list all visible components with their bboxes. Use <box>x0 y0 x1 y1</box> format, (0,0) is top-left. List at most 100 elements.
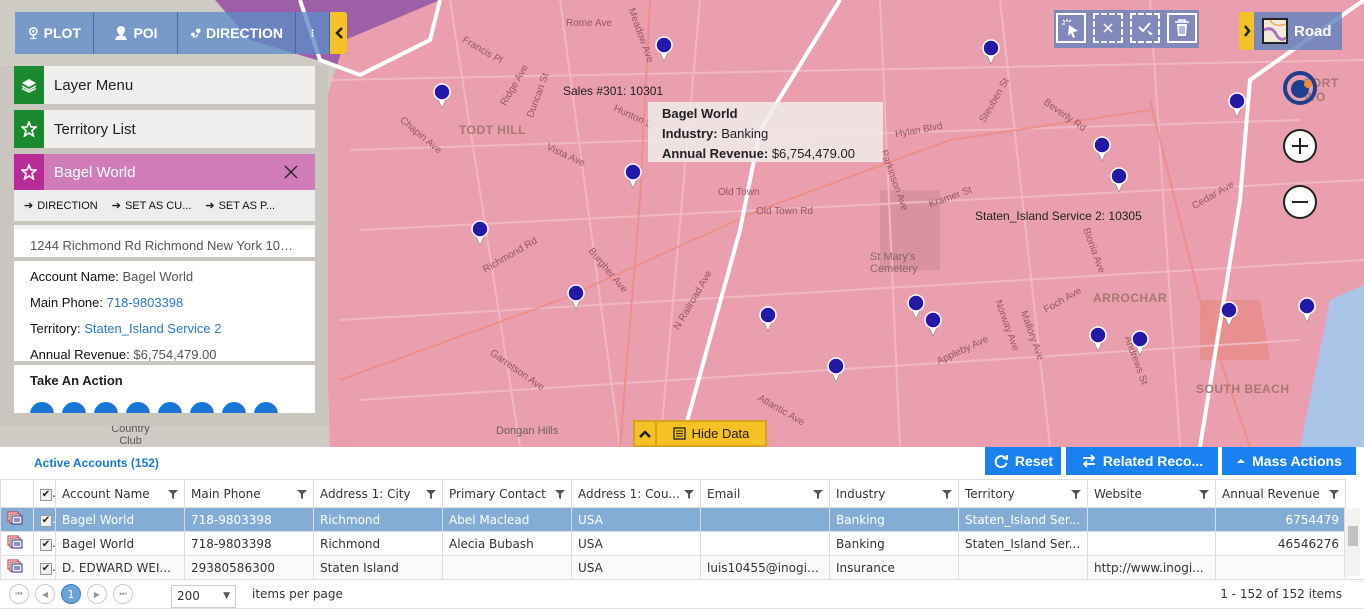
main-phone-link[interactable]: 718-9803398 <box>107 295 184 310</box>
territory-link[interactable]: Staten_Island Service 2 <box>84 321 221 336</box>
grid-vertical-scrollbar[interactable] <box>1344 508 1360 576</box>
more-options-button[interactable] <box>296 12 330 54</box>
direction-action[interactable]: ➔ DIRECTION <box>24 199 98 213</box>
set-as-current-action[interactable]: ➔ SET AS CU... <box>112 199 192 213</box>
confirm-selection-button[interactable] <box>1130 13 1160 43</box>
record-form-icon[interactable] <box>7 559 23 573</box>
map-pin-marker[interactable] <box>827 357 845 383</box>
select-tool-button[interactable] <box>1056 13 1086 43</box>
map-pin-marker[interactable] <box>924 311 942 337</box>
action-icon[interactable] <box>30 402 54 413</box>
filter-icon[interactable] <box>1329 489 1339 499</box>
map-pin-marker[interactable] <box>1220 301 1238 327</box>
filter-icon[interactable] <box>1071 489 1081 499</box>
table-row[interactable]: ✔ Bagel World 718-9803398 Richmond Abel Macl… <box>0 507 1346 532</box>
map-pin-marker[interactable] <box>655 36 673 62</box>
delete-button[interactable] <box>1167 13 1197 43</box>
row-select-cell: ✔ <box>33 531 56 556</box>
map-pin-marker[interactable] <box>1131 330 1149 356</box>
record-icon-cell[interactable] <box>0 531 34 556</box>
action-icon[interactable] <box>62 402 86 413</box>
filter-icon[interactable] <box>168 489 178 499</box>
close-icon[interactable] <box>281 162 301 182</box>
direction-button[interactable]: DIRECTION <box>178 12 296 54</box>
map-pin-marker[interactable] <box>1298 297 1316 323</box>
layers-icon <box>21 79 37 93</box>
column-header[interactable]: Website <box>1087 479 1216 508</box>
map-pin-marker[interactable] <box>1093 136 1111 162</box>
next-page-button[interactable]: ▶ <box>87 584 107 604</box>
record-form-icon[interactable] <box>7 511 23 525</box>
filter-icon[interactable] <box>555 489 565 499</box>
row-checkbox[interactable]: ✔ <box>40 562 52 575</box>
cursor-select-icon <box>1062 19 1078 38</box>
grid-header-row: ✔ Account Name Main Phone Address 1: City Pr… <box>0 479 1346 508</box>
action-icon[interactable] <box>158 402 182 413</box>
action-icon[interactable] <box>126 402 150 413</box>
select-all-checkbox[interactable]: ✔ <box>40 488 52 501</box>
filter-icon[interactable] <box>297 489 307 499</box>
filter-icon[interactable] <box>426 489 436 499</box>
mass-actions-button[interactable]: Mass Actions <box>1222 447 1356 475</box>
column-header[interactable]: Address 1: Cou... <box>571 479 701 508</box>
map-pin-marker[interactable] <box>759 306 777 332</box>
filter-icon[interactable] <box>1199 489 1209 499</box>
locate-me-icon[interactable] <box>1281 68 1321 108</box>
clear-selection-button[interactable] <box>1093 13 1123 43</box>
column-header[interactable]: Primary Contact <box>442 479 572 508</box>
row-checkbox[interactable]: ✔ <box>40 538 52 551</box>
column-header[interactable]: Annual Revenue <box>1215 479 1346 508</box>
page-size-select[interactable]: 200 ▼ <box>171 584 236 608</box>
map-pin-icon <box>29 27 38 40</box>
map-pin-marker[interactable] <box>567 284 585 310</box>
poi-button[interactable]: POI <box>94 12 178 54</box>
column-header[interactable]: Account Name <box>55 479 185 508</box>
map-pin-marker[interactable] <box>471 220 489 246</box>
table-row[interactable]: ✔ Bagel World 718-9803398 Richmond Alecia Bu… <box>0 531 1346 556</box>
filter-icon[interactable] <box>942 489 952 499</box>
selected-record-header[interactable]: Bagel World <box>14 154 315 190</box>
map-pin-marker[interactable] <box>982 39 1000 65</box>
related-records-button[interactable]: Related Reco... <box>1066 447 1218 475</box>
map-pin-marker[interactable] <box>1228 92 1246 118</box>
row-checkbox[interactable]: ✔ <box>40 514 52 527</box>
column-header[interactable]: Main Phone <box>184 479 314 508</box>
zoom-in-button[interactable] <box>1283 129 1317 163</box>
column-header[interactable]: Address 1: City <box>313 479 443 508</box>
column-header[interactable]: Industry <box>829 479 959 508</box>
map-pin-marker[interactable] <box>1089 326 1107 352</box>
set-as-p-action[interactable]: ➔ SET AS P... <box>205 199 275 213</box>
record-icon-cell[interactable] <box>0 555 34 580</box>
action-icon[interactable] <box>222 402 246 413</box>
zoom-out-button[interactable] <box>1283 185 1317 219</box>
action-icon[interactable] <box>254 402 278 413</box>
territory-list-item[interactable]: Territory List <box>14 110 315 148</box>
map-pin-marker[interactable] <box>1110 167 1128 193</box>
map-pin-marker[interactable] <box>907 294 925 320</box>
first-page-button[interactable]: ⏮ <box>9 584 29 604</box>
map-pin-marker[interactable] <box>624 163 642 189</box>
expand-grid-button[interactable] <box>635 422 655 445</box>
last-page-button[interactable]: ⏭ <box>113 584 133 604</box>
layer-menu-item[interactable]: Layer Menu <box>14 66 315 104</box>
record-icon-cell[interactable] <box>0 507 34 532</box>
action-icon[interactable] <box>94 402 118 413</box>
filter-icon[interactable] <box>684 489 694 499</box>
plot-button[interactable]: PLOT <box>15 12 94 54</box>
column-header[interactable]: Email <box>700 479 830 508</box>
map-pin-marker[interactable] <box>433 83 451 109</box>
mass-actions-label: Mass Actions <box>1252 453 1342 469</box>
hide-data-button[interactable]: Hide Data <box>657 422 765 445</box>
map-canvas[interactable]: Rome Ave Meadow Ave Francis Pl Ridge Ave… <box>0 0 1364 447</box>
filter-icon[interactable] <box>813 489 823 499</box>
action-icon[interactable] <box>190 402 214 413</box>
table-row[interactable]: ✔ D. EDWARD WEI... 29380586300 Staten Islan… <box>0 555 1346 580</box>
collapse-toolbar-button[interactable] <box>330 12 347 54</box>
current-page-button[interactable]: 1 <box>61 584 81 604</box>
reset-button[interactable]: Reset <box>985 447 1061 475</box>
scroll-thumb[interactable] <box>1348 526 1358 546</box>
base-layer-toggle[interactable]: Road <box>1239 12 1342 50</box>
record-form-icon[interactable] <box>7 535 23 549</box>
column-header[interactable]: Territory <box>958 479 1088 508</box>
prev-page-button[interactable]: ◀ <box>35 584 55 604</box>
